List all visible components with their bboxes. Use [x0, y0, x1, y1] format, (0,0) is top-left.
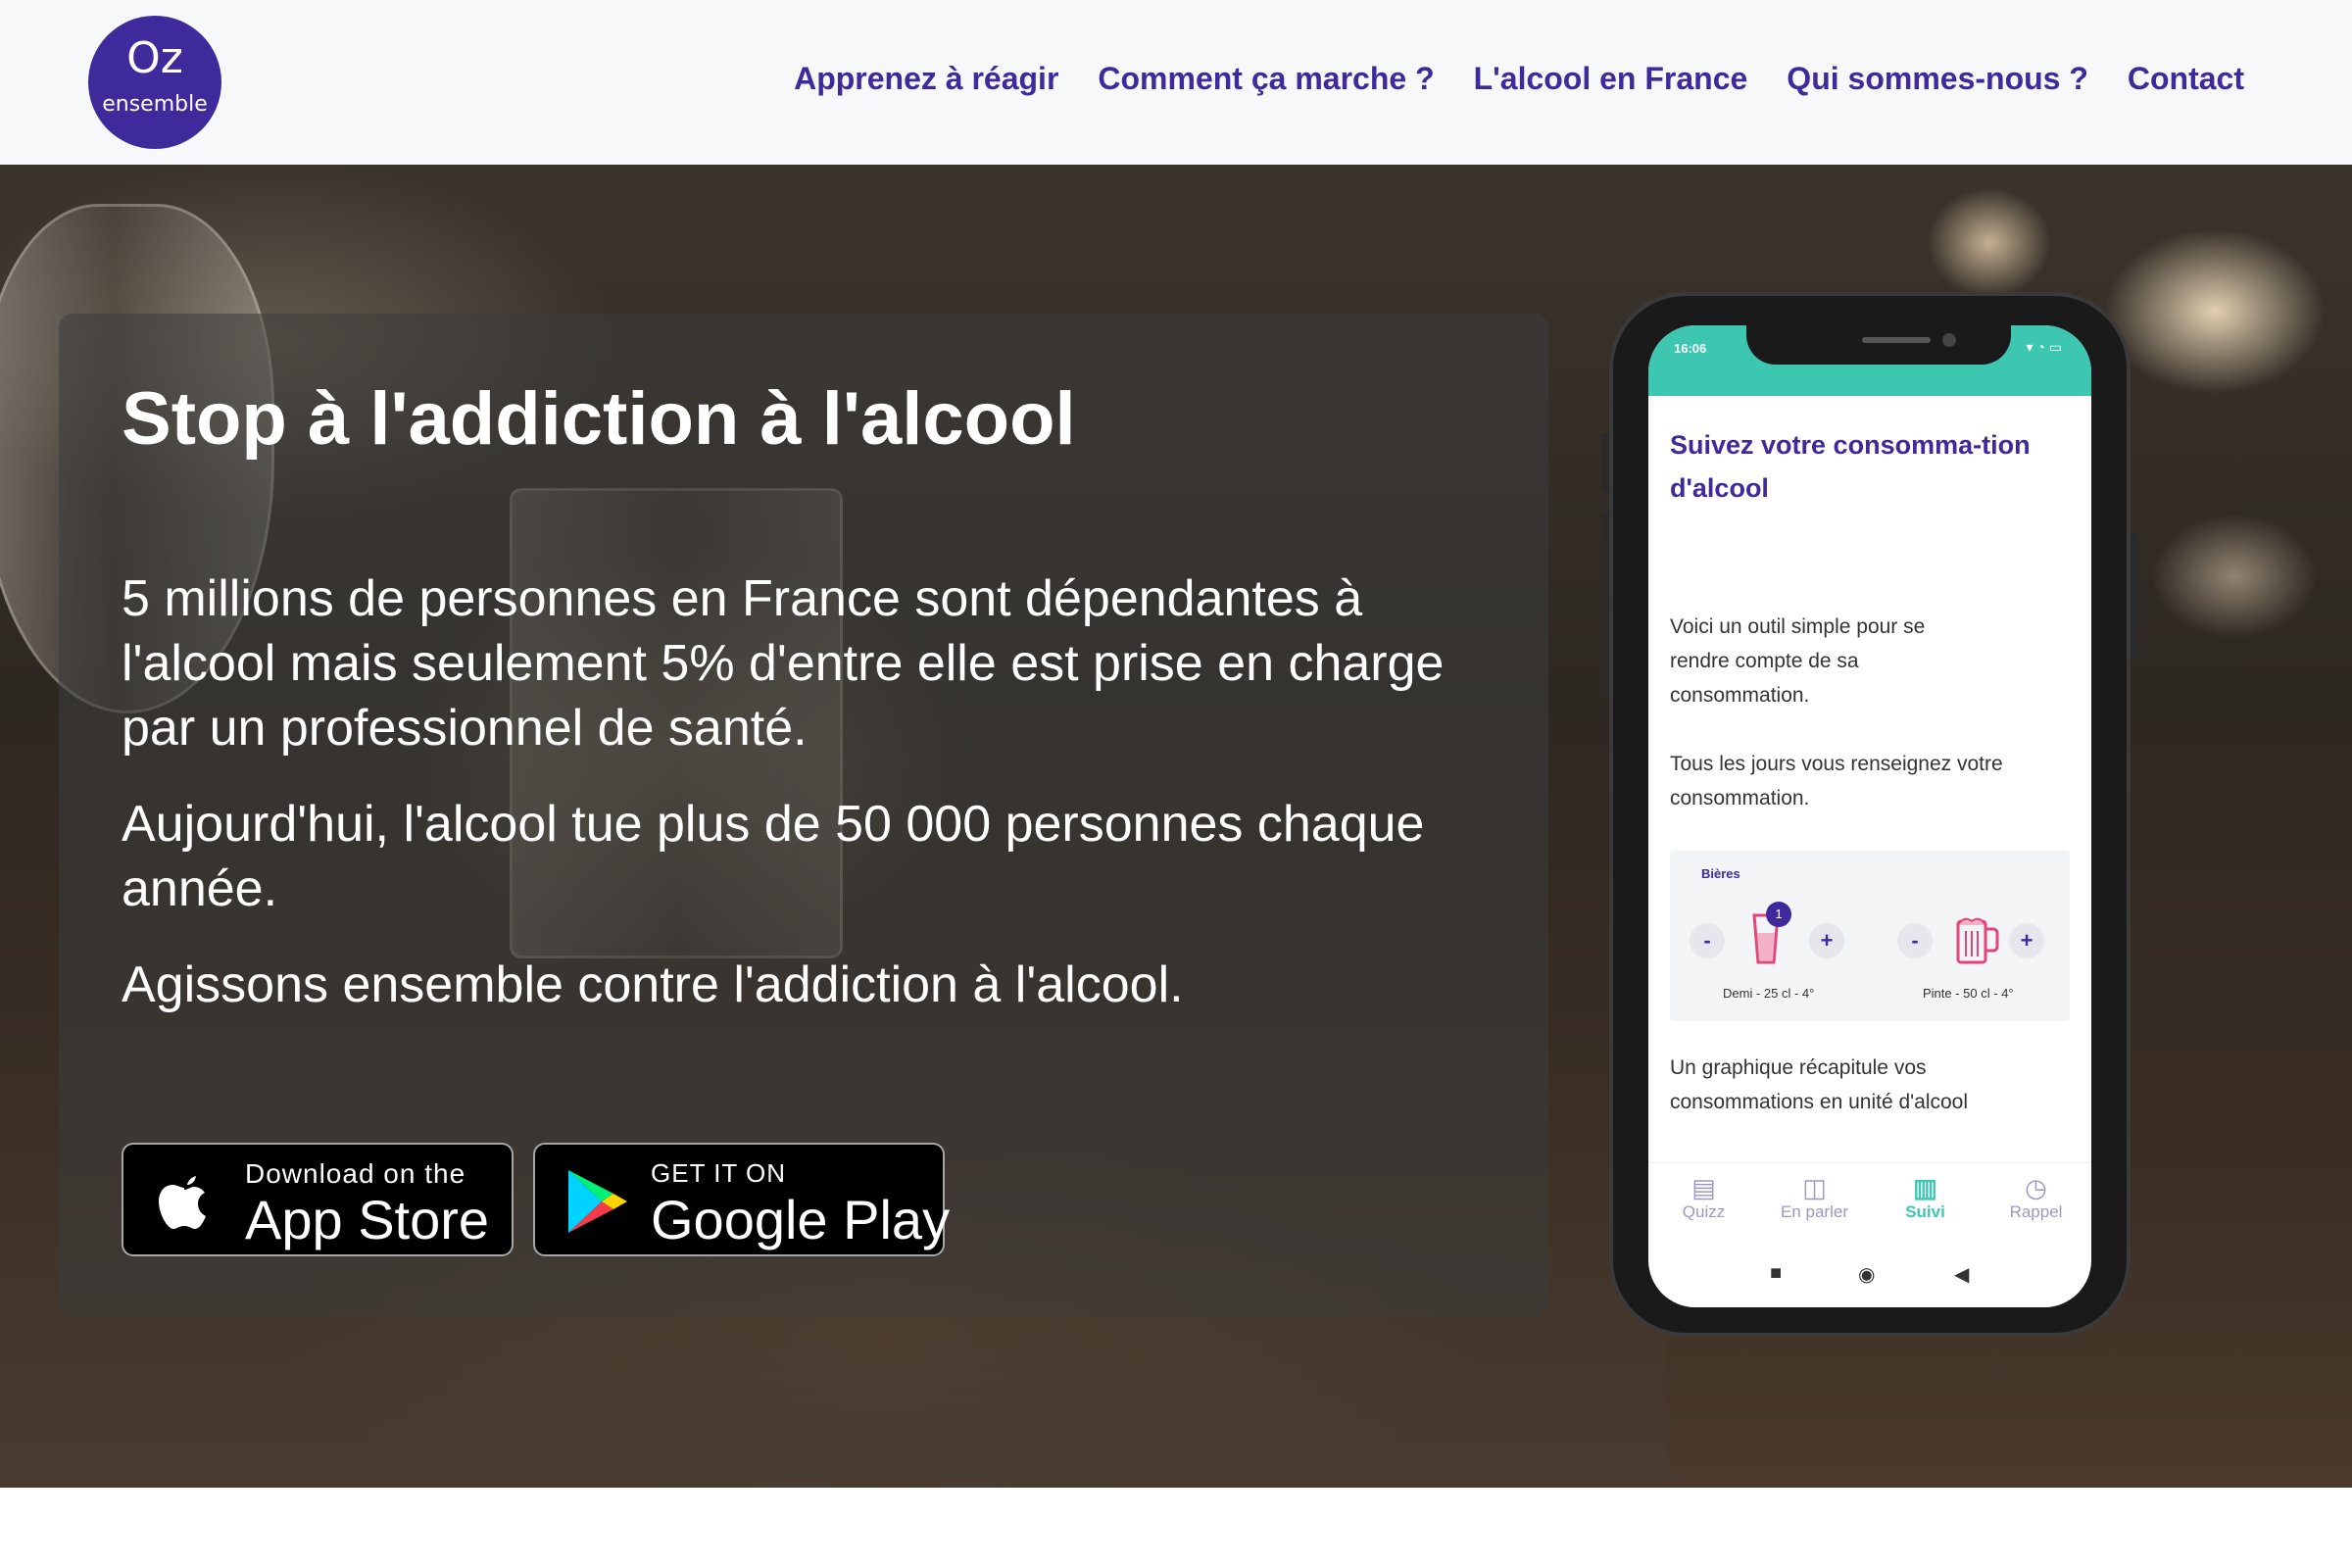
site-header: Oz ensemble Apprenez à réagir Comment ça… — [0, 0, 2352, 165]
tab-en-parler[interactable]: ◫ En parler — [1766, 1163, 1864, 1241]
back-icon[interactable]: ◀ — [1954, 1262, 1969, 1287]
apple-logo-icon — [159, 1176, 206, 1229]
hero-section: Stop à l'addiction à l'alcool 5 millions… — [0, 165, 2352, 1488]
app-text-graph: Un graphique récapitule vos consommation… — [1670, 1056, 1969, 1113]
demi-label: Demi - 25 cl - 4° — [1723, 986, 1815, 1001]
hero-paragraph-call-to-action: Agissons ensemble contre l'addiction à l… — [122, 956, 1184, 1013]
hero-card: Stop à l'addiction à l'alcool 5 millions… — [59, 314, 1548, 1317]
hero-paragraph-deaths: Aujourd'hui, l'alcool tue plus de 50 000… — [122, 796, 1425, 917]
pinte-mug-icon — [1956, 917, 1999, 964]
main-nav: Apprenez à réagir Comment ça marche ? L'… — [794, 61, 2244, 97]
nav-link-comment-ca-marche[interactable]: Comment ça marche ? — [1098, 61, 1434, 97]
nav-link-alcool-en-france[interactable]: L'alcool en France — [1474, 61, 1748, 97]
drink-selector: Bières - 1 + Demi - 25 cl - 4° - + Pinte… — [1670, 851, 2070, 1021]
nav-link-qui-sommes-nous[interactable]: Qui sommes-nous ? — [1787, 61, 2088, 97]
android-nav-bar: ■ ◉ ◀ — [1648, 1243, 2091, 1301]
demi-count-badge: 1 — [1766, 902, 1791, 927]
phone-camera — [1942, 333, 1956, 347]
status-icons: ▾ ◔ ▭ — [2026, 339, 2063, 355]
app-text-daily: Tous les jours vous renseignez votre con… — [1670, 753, 2003, 809]
phone-power-button — [2131, 531, 2138, 659]
phone-side-button — [1601, 433, 1609, 492]
tab-en-parler-label: En parler — [1781, 1202, 1848, 1221]
app-heading: Suivez votre consomma-tion d'alcool — [1670, 430, 2031, 503]
google-play-small-text: GET IT ON — [651, 1158, 787, 1188]
app-store-small-text: Download on the — [245, 1158, 466, 1189]
tab-suivi-label: Suivi — [1905, 1202, 1945, 1221]
tab-quizz[interactable]: ▤ Quizz — [1655, 1163, 1753, 1241]
app-store-badge[interactable]: Download on the App Store — [122, 1143, 514, 1256]
clipboard-icon: ▤ — [1691, 1173, 1716, 1202]
pinte-label: Pinte - 50 cl - 4° — [1923, 986, 2014, 1001]
pinte-plus-button[interactable]: + — [2009, 923, 2044, 958]
hero-paragraph-stats: 5 millions de personnes en France sont d… — [122, 570, 1445, 757]
tab-rappel[interactable]: ◷ Rappel — [1987, 1163, 2085, 1241]
nav-link-apprenez-a-reagir[interactable]: Apprenez à réagir — [794, 61, 1058, 97]
pinte-minus-button[interactable]: - — [1897, 923, 1933, 958]
phone-notch — [1746, 325, 2011, 365]
oz-ensemble-logo[interactable]: Oz ensemble — [88, 16, 221, 149]
phone-mockup: 16:06 ▾ ◔ ▭ Suivez votre consomma-tion d… — [1601, 292, 2138, 1337]
alarm-icon: ◷ — [2025, 1173, 2047, 1202]
phone-screen: 16:06 ▾ ◔ ▭ Suivez votre consomma-tion d… — [1648, 325, 2091, 1307]
app-store-big-text: App Store — [245, 1189, 490, 1250]
recent-apps-icon[interactable]: ■ — [1770, 1262, 1782, 1285]
tab-suivi[interactable]: ▥ Suivi — [1877, 1163, 1975, 1241]
app-text-tool: Voici un outil simple pour se rendre com… — [1670, 615, 1926, 707]
logo-text-ensemble: ensemble — [102, 92, 208, 117]
google-play-big-text: Google Play — [651, 1189, 951, 1250]
phone-speaker — [1862, 337, 1931, 343]
home-icon[interactable]: ◉ — [1858, 1262, 1875, 1287]
demi-minus-button[interactable]: - — [1690, 923, 1725, 958]
nav-link-contact[interactable]: Contact — [2128, 61, 2244, 97]
status-time: 16:06 — [1674, 341, 1707, 356]
drink-category-label: Bières — [1701, 866, 1740, 881]
phone-side-button — [1601, 512, 1609, 600]
logo-text-oz: Oz — [126, 33, 183, 83]
chart-icon: ▥ — [1913, 1173, 1937, 1202]
app-tab-bar: ▤ Quizz ◫ En parler ▥ Suivi ◷ Rappel — [1648, 1162, 2091, 1241]
tab-quizz-label: Quizz — [1682, 1202, 1726, 1221]
phone-side-button — [1601, 610, 1609, 698]
demi-plus-button[interactable]: + — [1809, 923, 1844, 958]
google-play-logo-icon — [568, 1170, 627, 1233]
chat-icon: ◫ — [1802, 1173, 1827, 1202]
hero-title: Stop à l'addiction à l'alcool — [122, 377, 1076, 461]
google-play-badge[interactable]: GET IT ON Google Play — [533, 1143, 950, 1256]
tab-rappel-label: Rappel — [2009, 1202, 2063, 1221]
